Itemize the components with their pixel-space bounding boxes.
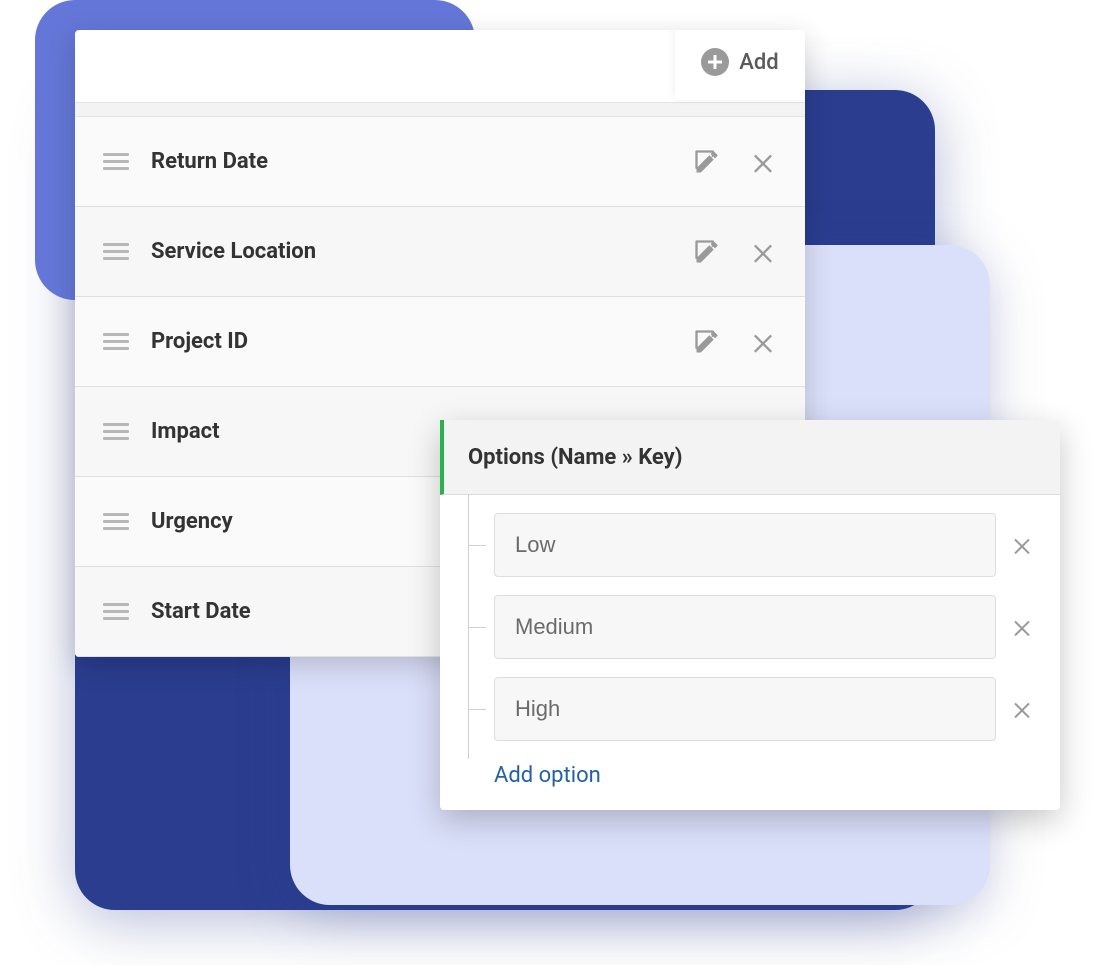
drag-handle-icon[interactable] xyxy=(103,153,129,170)
option-name-input[interactable] xyxy=(515,614,975,640)
field-label: Project ID xyxy=(151,329,693,354)
options-header: Options (Name » Key) xyxy=(440,420,1060,495)
close-icon[interactable] xyxy=(1010,533,1034,557)
option-row xyxy=(494,595,1046,659)
list-top-bar xyxy=(75,103,805,117)
option-input-wrap[interactable] xyxy=(494,513,996,577)
option-input-wrap[interactable] xyxy=(494,595,996,659)
option-name-input[interactable] xyxy=(515,532,975,558)
drag-handle-icon[interactable] xyxy=(103,513,129,530)
option-input-wrap[interactable] xyxy=(494,677,996,741)
add-field-label: Add xyxy=(739,50,778,75)
drag-handle-icon[interactable] xyxy=(103,333,129,350)
add-field-button[interactable]: Add xyxy=(675,30,805,100)
options-popover: Options (Name » Key) xyxy=(440,420,1060,810)
field-row[interactable]: Project ID xyxy=(75,297,805,387)
close-icon[interactable] xyxy=(749,328,777,356)
drag-handle-icon[interactable] xyxy=(103,423,129,440)
field-label: Return Date xyxy=(151,149,693,174)
option-row xyxy=(494,677,1046,741)
option-row xyxy=(494,513,1046,577)
field-row[interactable]: Service Location xyxy=(75,207,805,297)
close-icon[interactable] xyxy=(1010,697,1034,721)
plus-icon xyxy=(701,48,729,76)
field-row[interactable]: Return Date xyxy=(75,117,805,207)
close-icon[interactable] xyxy=(1010,615,1034,639)
edit-icon[interactable] xyxy=(693,238,721,266)
drag-handle-icon[interactable] xyxy=(103,243,129,260)
options-header-label: Options (Name » Key) xyxy=(468,445,682,470)
field-label: Service Location xyxy=(151,239,693,264)
option-name-input[interactable] xyxy=(515,696,975,722)
options-tree-rail xyxy=(440,495,494,759)
edit-icon[interactable] xyxy=(693,148,721,176)
edit-icon[interactable] xyxy=(693,328,721,356)
add-option-link[interactable]: Add option xyxy=(494,763,601,788)
close-icon[interactable] xyxy=(749,238,777,266)
close-icon[interactable] xyxy=(749,148,777,176)
drag-handle-icon[interactable] xyxy=(103,603,129,620)
